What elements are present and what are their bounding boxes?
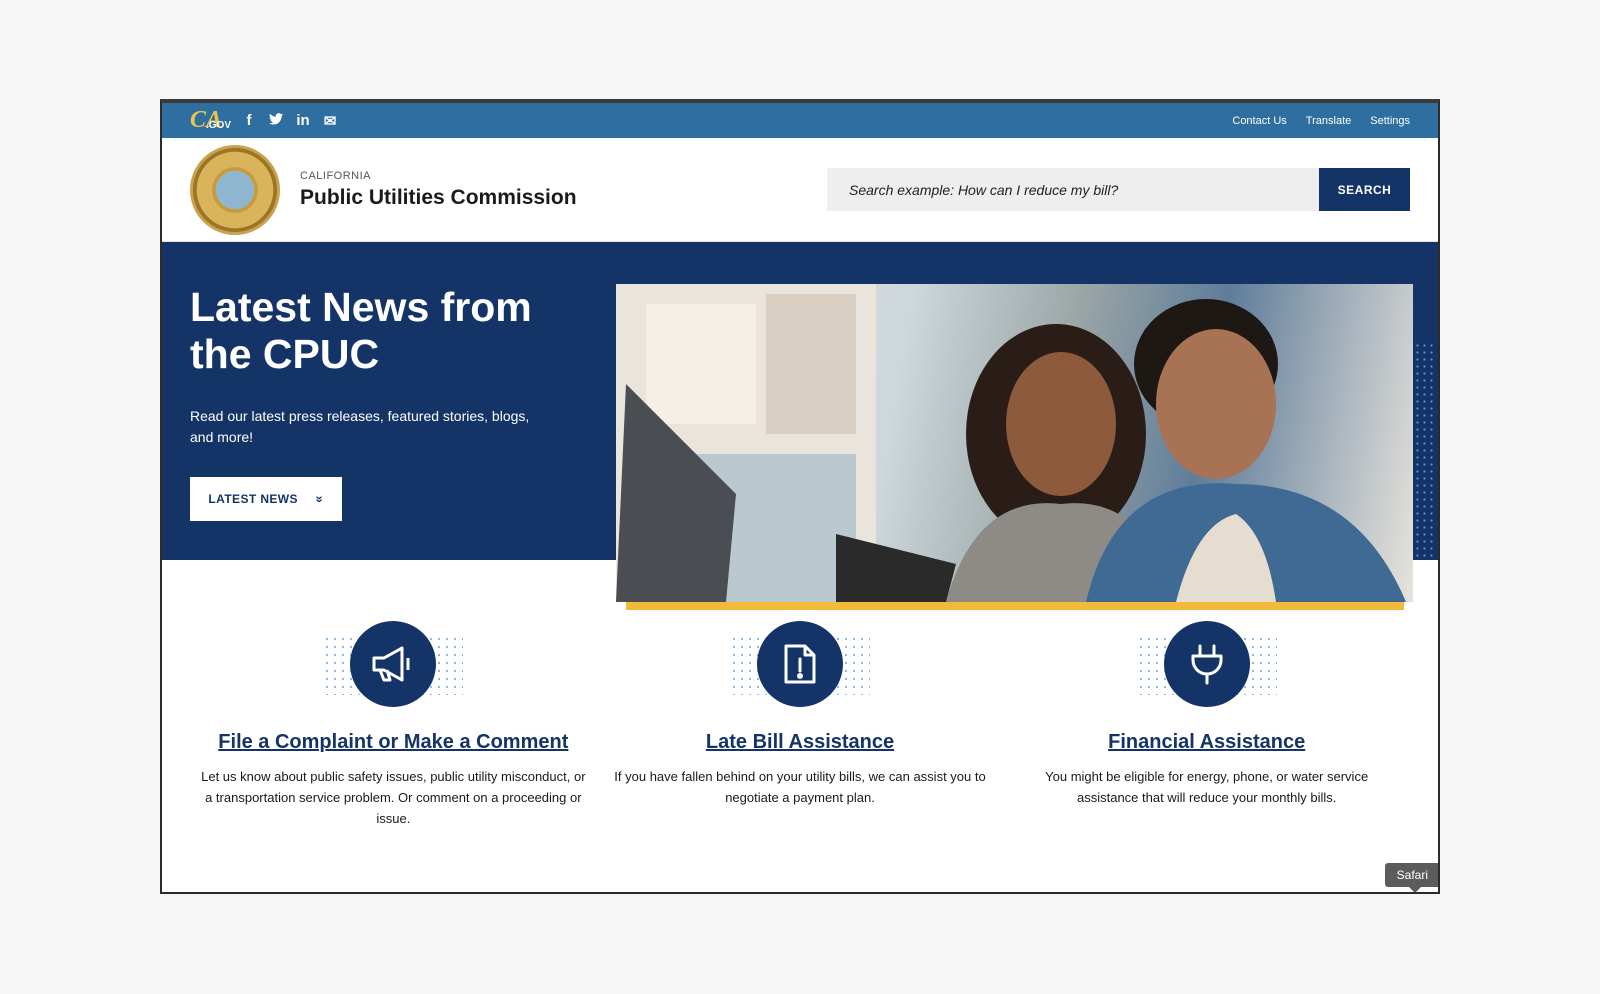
latest-news-button[interactable]: LATEST NEWS » — [190, 477, 342, 521]
search-input[interactable] — [827, 168, 1319, 211]
service-file-complaint: File a Complaint or Make a Comment Let u… — [190, 621, 597, 829]
service-financial-assistance: Financial Assistance You might be eligib… — [1003, 621, 1410, 829]
hero-title: Latest News from the CPUC — [190, 284, 532, 377]
agency-title: Public Utilities Commission — [300, 185, 577, 209]
hero-description: Read our latest press releases, featured… — [190, 408, 530, 445]
document-alert-icon[interactable] — [757, 621, 843, 707]
service-icon-wrap — [730, 621, 870, 711]
agency-name[interactable]: CALIFORNIA Public Utilities Commission — [300, 170, 577, 210]
megaphone-icon[interactable] — [350, 621, 437, 707]
utility-bar: CA .GOV f in ✉ Contact Us Translate Sett… — [162, 103, 1438, 138]
settings-link[interactable]: Settings — [1370, 115, 1410, 127]
email-icon[interactable]: ✉ — [323, 112, 337, 130]
search-button[interactable]: SEARCH — [1319, 168, 1410, 211]
facebook-icon[interactable]: f — [242, 112, 256, 130]
service-description: If you have fallen behind on your utilit… — [614, 769, 986, 805]
service-title[interactable]: Financial Assistance — [1013, 731, 1400, 754]
service-description: You might be eligible for energy, phone,… — [1045, 769, 1369, 805]
service-icon-wrap — [323, 621, 464, 711]
search-form: SEARCH — [827, 168, 1410, 211]
site-header: CALIFORNIA Public Utilities Commission S… — [162, 138, 1438, 242]
browser-window: CA .GOV f in ✉ Contact Us Translate Sett… — [160, 99, 1440, 894]
service-icon-wrap — [1136, 621, 1277, 711]
contact-us-link[interactable]: Contact Us — [1232, 115, 1286, 127]
service-title[interactable]: Late Bill Assistance — [607, 731, 994, 754]
hero-text: Latest News from the CPUC Read our lates… — [190, 284, 570, 521]
ca-gov-logo[interactable]: CA .GOV — [190, 107, 231, 135]
linkedin-icon[interactable]: in — [296, 112, 310, 130]
hero-photo — [616, 284, 1413, 602]
services-section: File a Complaint or Make a Comment Let u… — [162, 621, 1438, 829]
latest-news-label: LATEST NEWS — [208, 492, 298, 506]
twitter-icon[interactable] — [269, 112, 283, 130]
plug-icon[interactable] — [1163, 621, 1250, 707]
photo-accent-bar — [626, 602, 1404, 610]
social-links: f in ✉ — [242, 112, 337, 130]
chevron-down-icon: » — [312, 495, 328, 503]
safari-tooltip: Safari — [1384, 863, 1438, 892]
service-title[interactable]: File a Complaint or Make a Comment — [200, 731, 587, 754]
translate-link[interactable]: Translate — [1306, 115, 1351, 127]
decorative-dots — [1414, 342, 1436, 558]
agency-state: CALIFORNIA — [300, 169, 372, 182]
hero-section: Latest News from the CPUC Read our lates… — [162, 242, 1438, 612]
service-late-bill: Late Bill Assistance If you have fallen … — [597, 621, 1004, 829]
utility-links: Contact Us Translate Settings — [1232, 115, 1410, 127]
service-description: Let us know about public safety issues, … — [201, 769, 586, 826]
cpuc-seal-logo[interactable] — [190, 144, 280, 235]
